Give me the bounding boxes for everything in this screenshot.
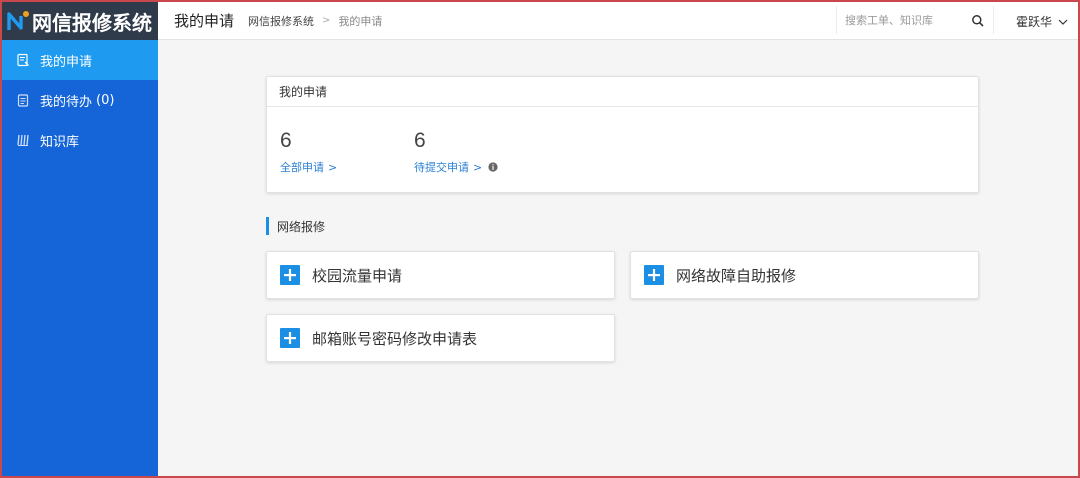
stat-label: 全部申请 <box>280 161 324 174</box>
sidebar-item-knowledge-base[interactable]: 知识库 <box>2 120 158 160</box>
page-title: 我的申请 <box>174 12 235 30</box>
document-edit-icon <box>16 53 30 67</box>
sidebar-item-label: 我的申请 <box>40 54 93 70</box>
link-arrow: > <box>328 160 338 174</box>
app-logo[interactable]: 网信报修系统 <box>2 2 158 40</box>
card-email-password-change[interactable]: 邮箱账号密码修改申请表 <box>266 314 615 362</box>
main-content: 我的申请 6 全部申请 > 6 待提交申请 > 网络报修 校园流量申请 网络故障… <box>158 40 1078 476</box>
card-label: 校园流量申请 <box>312 266 403 285</box>
card-label: 邮箱账号密码修改申请表 <box>312 329 478 348</box>
section-heading: 网络报修 <box>266 216 325 236</box>
breadcrumb-root[interactable]: 网信报修系统 <box>248 13 314 29</box>
breadcrumb-current: 我的申请 <box>338 14 383 28</box>
user-name: 霍跃华 <box>1015 14 1052 29</box>
stat-label: 待提交申请 <box>414 161 469 174</box>
stat-pending-applications: 6 待提交申请 > <box>414 129 498 175</box>
top-header: 我的申请 网信报修系统 > 我的申请 霍跃华 <box>158 2 1078 40</box>
books-icon <box>16 133 30 147</box>
user-menu[interactable]: 霍跃华 <box>1016 2 1068 40</box>
stat-value: 6 <box>280 129 292 152</box>
search-input[interactable] <box>837 8 963 32</box>
app-window: 网信报修系统 我的申请 我的待办 (0) 知识库 我的申请 网信报修系统 > 我… <box>0 0 1080 478</box>
breadcrumb: 网信报修系统 > 我的申请 <box>248 13 382 29</box>
sidebar: 网信报修系统 我的申请 我的待办 (0) 知识库 <box>2 2 158 476</box>
sidebar-item-label: 我的待办 <box>40 94 93 110</box>
section-title-text: 网络报修 <box>277 219 326 234</box>
plus-icon <box>280 265 300 285</box>
card-network-fault-repair[interactable]: 网络故障自助报修 <box>630 251 979 299</box>
sidebar-item-label: 知识库 <box>40 134 80 150</box>
link-arrow: > <box>473 160 483 174</box>
chevron-down-icon <box>1058 16 1068 26</box>
pending-applications-link[interactable]: 待提交申请 > <box>414 159 498 175</box>
sidebar-item-my-todos[interactable]: 我的待办 (0) <box>2 80 158 120</box>
plus-icon <box>644 265 664 285</box>
stat-all-applications: 6 全部申请 > <box>280 129 337 175</box>
logo-icon <box>6 8 30 34</box>
all-applications-link[interactable]: 全部申请 > <box>280 159 337 175</box>
card-label: 网络故障自助报修 <box>676 266 797 285</box>
breadcrumb-separator: > <box>322 15 331 26</box>
summary-title: 我的申请 <box>267 77 978 107</box>
section-accent-bar <box>266 217 269 235</box>
todo-count: (0) <box>96 92 115 108</box>
stat-value: 6 <box>414 129 426 152</box>
sidebar-item-my-applications[interactable]: 我的申请 <box>2 40 158 80</box>
clipboard-icon <box>16 93 30 107</box>
plus-icon <box>280 328 300 348</box>
card-campus-traffic-application[interactable]: 校园流量申请 <box>266 251 615 299</box>
summary-panel: 我的申请 6 全部申请 > 6 待提交申请 > <box>266 76 979 193</box>
search-box <box>836 6 994 34</box>
app-name: 网信报修系统 <box>32 10 152 35</box>
search-icon[interactable] <box>971 13 985 27</box>
info-icon[interactable] <box>488 162 498 172</box>
